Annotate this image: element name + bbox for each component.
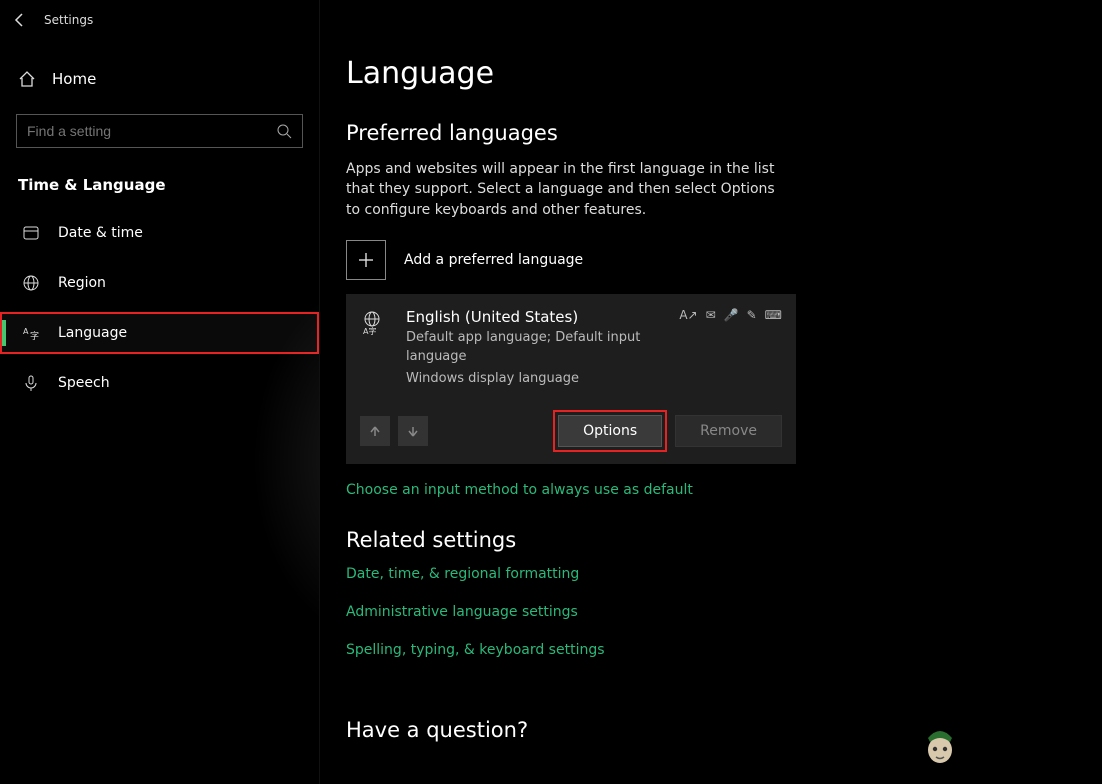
- keyboard-icon: ⌨: [765, 308, 782, 389]
- language-item[interactable]: A字 English (United States) Default app l…: [346, 294, 796, 465]
- svg-text:字: 字: [30, 330, 39, 342]
- have-a-question-title: Have a question?: [346, 718, 1102, 742]
- preferred-languages-title: Preferred languages: [346, 121, 1102, 145]
- related-link[interactable]: Administrative language settings: [346, 604, 1102, 620]
- nav-label: Speech: [58, 375, 110, 391]
- search-input[interactable]: [27, 123, 247, 139]
- nav-label: Date & time: [58, 225, 143, 241]
- nav-language[interactable]: A字 Language: [0, 312, 319, 354]
- language-features: A↗ ✉ 🎤 ✎ ⌨: [679, 308, 782, 389]
- nav-region[interactable]: Region: [0, 262, 319, 304]
- language-pack-icon: A字: [360, 308, 388, 389]
- language-icon: A字: [22, 324, 40, 342]
- language-subtitle-2: Windows display language: [406, 369, 661, 389]
- plus-icon: [346, 240, 386, 280]
- category-title: Time & Language: [0, 166, 319, 212]
- options-button[interactable]: Options: [558, 415, 662, 447]
- related-link[interactable]: Date, time, & regional formatting: [346, 566, 1102, 582]
- globe-icon: [22, 274, 40, 292]
- add-language-button[interactable]: Add a preferred language: [346, 240, 1102, 280]
- search-box[interactable]: [16, 114, 303, 148]
- app-title: Settings: [44, 13, 93, 27]
- text-to-speech-icon: A↗: [679, 308, 697, 389]
- related-settings-title: Related settings: [346, 528, 1102, 552]
- language-name: English (United States): [406, 308, 661, 326]
- home-icon: [18, 70, 36, 88]
- back-button[interactable]: [8, 8, 32, 32]
- move-down-button: [398, 416, 428, 446]
- related-link[interactable]: Spelling, typing, & keyboard settings: [346, 642, 1102, 658]
- input-method-link[interactable]: Choose an input method to always use as …: [346, 482, 1102, 498]
- speech-recognition-icon: ✉: [706, 308, 716, 389]
- handwriting-icon: ✎: [747, 308, 757, 389]
- home-label: Home: [52, 70, 96, 88]
- svg-text:A字: A字: [363, 326, 376, 336]
- mic-icon: [22, 374, 40, 392]
- voice-icon: 🎤: [724, 308, 739, 389]
- nav-date-time[interactable]: Date & time: [0, 212, 319, 254]
- nav-speech[interactable]: Speech: [0, 362, 319, 404]
- move-up-button: [360, 416, 390, 446]
- home-nav[interactable]: Home: [0, 58, 319, 100]
- add-language-label: Add a preferred language: [404, 252, 583, 268]
- language-subtitle: Default app language; Default input lang…: [406, 328, 661, 367]
- clock-icon: [22, 224, 40, 242]
- preferred-languages-desc: Apps and websites will appear in the fir…: [346, 159, 786, 220]
- remove-button: Remove: [675, 415, 782, 447]
- svg-text:A: A: [23, 327, 29, 336]
- search-icon: [276, 123, 292, 139]
- page-title: Language: [346, 56, 1102, 91]
- nav-label: Region: [58, 275, 106, 291]
- nav-label: Language: [58, 325, 127, 341]
- mascot-icon: [918, 716, 962, 766]
